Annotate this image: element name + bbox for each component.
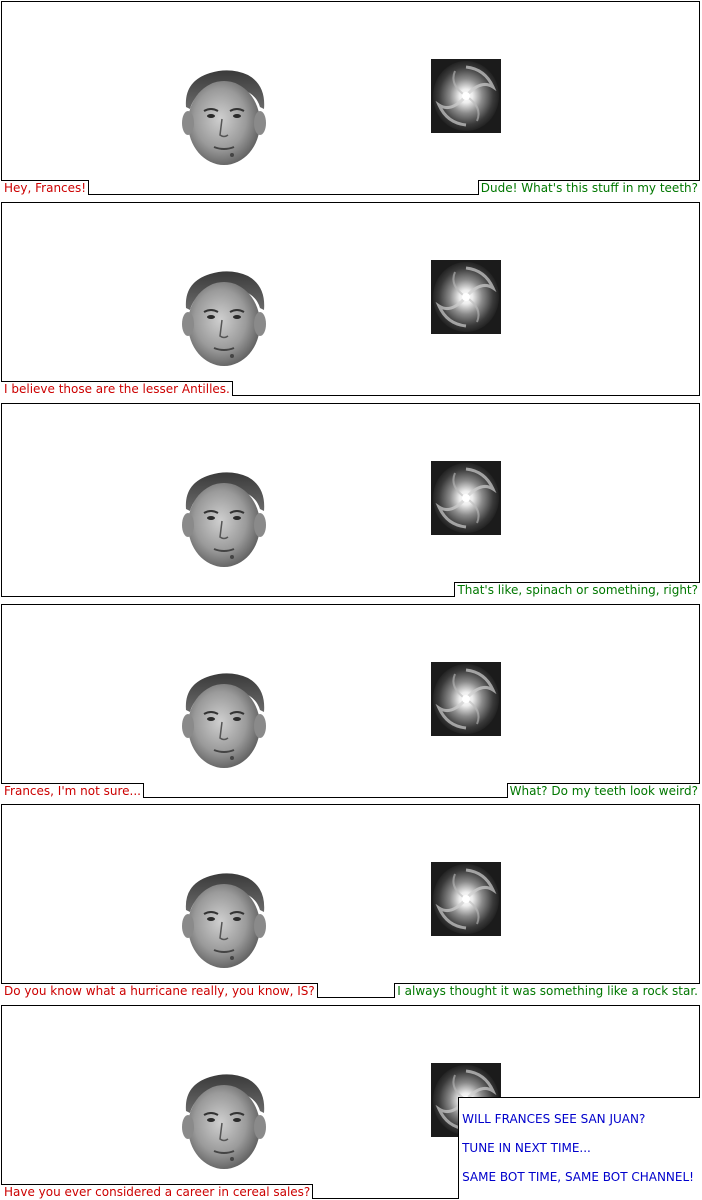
frances-speech-caption: Dude! What's this stuff in my teeth? (477, 180, 700, 195)
mao-speech-caption: I believe those are the lesser Antilles. (1, 381, 233, 396)
hurricane-frances-icon (431, 461, 501, 535)
mao-face-icon (182, 271, 266, 366)
announcer-line: WILL FRANCES SEE SAN JUAN? (462, 1112, 646, 1126)
frances-speech-caption: That's like, spinach or something, right… (454, 582, 700, 597)
mao-speech-caption: Do you know what a hurricane really, you… (1, 983, 318, 998)
frances-speech-caption: What? Do my teeth look weird? (506, 783, 700, 798)
comic-panel-6: Have you ever considered a career in cer… (1, 1005, 700, 1199)
mao-speech-caption: Have you ever considered a career in cer… (1, 1184, 314, 1199)
mao-face-icon (182, 673, 266, 768)
comic-panel-4: Frances, I'm not sure... What? Do my tee… (1, 604, 700, 798)
announcer-caption: WILL FRANCES SEE SAN JUAN? TUNE IN NEXT … (458, 1096, 700, 1199)
mao-speech-caption: Frances, I'm not sure... (1, 783, 144, 798)
announcer-line: SAME BOT TIME, SAME BOT CHANNEL! (462, 1170, 694, 1184)
frances-speech-caption: I always thought it was something like a… (394, 983, 700, 998)
mao-face-icon (182, 1074, 266, 1169)
hurricane-frances-icon (431, 862, 501, 936)
mao-face-icon (182, 873, 266, 968)
comic-panel-5: Do you know what a hurricane really, you… (1, 804, 700, 998)
mao-face-icon (182, 472, 266, 567)
mao-face-icon (182, 70, 266, 165)
comic-panel-2: I believe those are the lesser Antilles. (1, 202, 700, 396)
hurricane-frances-icon (431, 59, 501, 133)
hurricane-frances-icon (431, 662, 501, 736)
hurricane-frances-icon (431, 260, 501, 334)
comic-panel-3: That's like, spinach or something, right… (1, 403, 700, 597)
announcer-line: TUNE IN NEXT TIME... (462, 1141, 591, 1155)
mao-speech-caption: Hey, Frances! (1, 180, 90, 195)
comic-panel-1: Hey, Frances! Dude! What's this stuff in… (1, 1, 700, 195)
